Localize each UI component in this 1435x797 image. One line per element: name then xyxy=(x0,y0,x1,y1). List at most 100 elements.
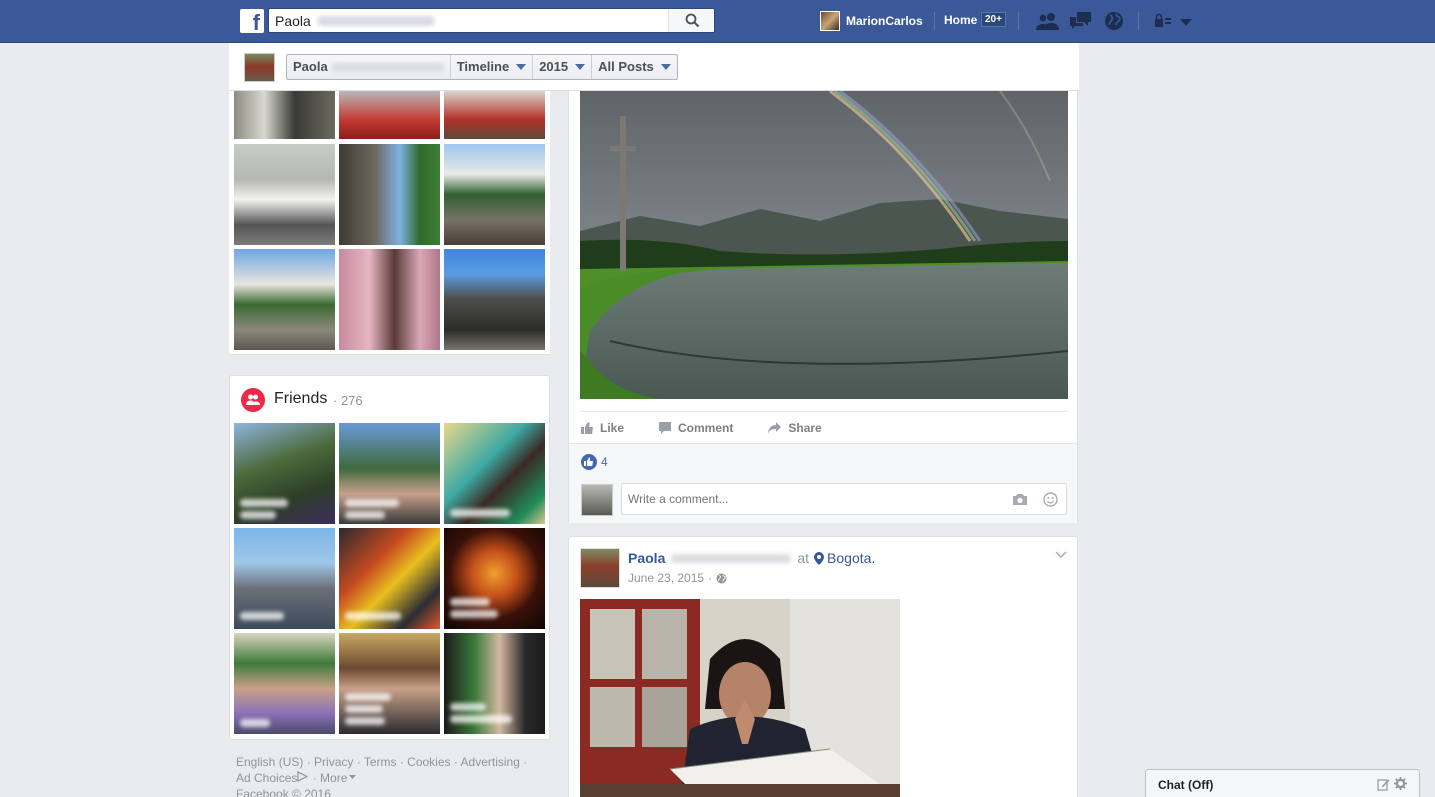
profile-sticky-header: Paola Timeline 2015 All Posts xyxy=(229,43,1079,91)
blurred-friend-name xyxy=(240,612,284,620)
friend-thumbnail[interactable] xyxy=(444,633,545,734)
divider xyxy=(1138,12,1139,30)
avatar xyxy=(581,484,613,516)
blurred-friend-name xyxy=(345,717,385,725)
friend-thumbnail[interactable] xyxy=(234,528,335,629)
top-navigation-bar: f MarionCarlos Home 20+ xyxy=(0,0,1435,43)
avatar[interactable] xyxy=(580,548,620,588)
home-link[interactable]: Home xyxy=(944,13,977,27)
footer-link-ad-choices[interactable]: Ad Choices xyxy=(236,771,297,785)
footer-copyright: Facebook © 2016 xyxy=(236,787,331,797)
photos-card xyxy=(229,91,550,355)
comments-section: 4 xyxy=(569,443,1077,523)
photo-thumbnail[interactable] xyxy=(339,144,440,245)
posts-filter-dropdown[interactable]: All Posts xyxy=(592,55,677,79)
blurred-friend-name xyxy=(345,693,391,701)
friend-thumbnail[interactable] xyxy=(339,633,440,734)
search-button[interactable] xyxy=(668,9,714,32)
friend-thumbnail[interactable] xyxy=(234,423,335,524)
post-at-word: at xyxy=(797,550,810,566)
home-notification-badge: 20+ xyxy=(981,12,1006,27)
profile-name: Paola xyxy=(293,59,328,74)
post-meta: June 23, 2015 · xyxy=(628,571,727,585)
camera-icon[interactable] xyxy=(1012,493,1028,506)
friends-icon xyxy=(241,388,265,412)
blurred-friend-name xyxy=(450,715,512,723)
friend-thumbnail[interactable] xyxy=(339,528,440,629)
profile-link[interactable]: MarionCarlos xyxy=(820,10,923,32)
chevron-down-icon xyxy=(575,64,586,70)
privacy-shortcuts-icon[interactable] xyxy=(1154,13,1172,32)
footer-link-advertising[interactable]: Advertising xyxy=(461,755,520,769)
page-footer: English (US) · Privacy · Terms · Cookies… xyxy=(236,754,546,797)
like-reaction-icon[interactable] xyxy=(581,454,597,470)
like-count[interactable]: 4 xyxy=(601,455,608,469)
post-author-name[interactable]: Paola xyxy=(628,550,665,566)
comment-icon xyxy=(659,421,672,434)
friend-thumbnail[interactable] xyxy=(234,633,335,734)
friends-title[interactable]: Friends xyxy=(274,390,327,408)
chat-bar[interactable]: Chat (Off) xyxy=(1145,769,1420,797)
photo-thumbnail[interactable] xyxy=(444,249,545,350)
post-photo[interactable] xyxy=(580,91,1068,399)
public-globe-icon[interactable] xyxy=(716,573,727,584)
profile-name-button[interactable]: Paola xyxy=(287,55,451,79)
messages-icon[interactable] xyxy=(1069,11,1093,34)
facebook-logo-icon[interactable]: f xyxy=(240,9,264,33)
comment-input[interactable] xyxy=(622,484,1002,514)
post-options-chevron-down-icon[interactable] xyxy=(1055,551,1067,559)
friend-thumbnail[interactable] xyxy=(444,528,545,629)
separator: · xyxy=(708,571,713,585)
photo-thumbnail[interactable] xyxy=(339,249,440,350)
post-photo[interactable] xyxy=(580,599,900,797)
compose-new-message-icon[interactable] xyxy=(1377,778,1390,791)
share-button[interactable]: Share xyxy=(767,420,822,435)
year-label: 2015 xyxy=(539,59,569,74)
photo-thumbnail[interactable] xyxy=(234,91,335,139)
chevron-down-icon xyxy=(660,64,671,70)
post-location[interactable]: Bogota. xyxy=(827,550,875,566)
rainbow-lake-photo xyxy=(580,91,1068,399)
blurred-friend-name xyxy=(450,703,486,711)
filter-label: All Posts xyxy=(598,59,654,74)
share-icon xyxy=(768,421,782,434)
comment-button[interactable]: Comment xyxy=(658,421,733,435)
timeline-label: Timeline xyxy=(456,59,510,74)
profile-thumbnail[interactable] xyxy=(244,53,275,82)
share-label: Share xyxy=(788,420,822,435)
friends-count: · 276 xyxy=(333,393,363,408)
avatar xyxy=(820,11,840,31)
comment-label: Comment xyxy=(678,420,734,435)
friend-thumbnail[interactable] xyxy=(339,423,440,524)
timeline-post: Like Comment Share 4 xyxy=(568,91,1078,523)
photo-thumbnail[interactable] xyxy=(444,144,545,245)
emoji-icon[interactable] xyxy=(1043,492,1058,507)
post-date[interactable]: June 23, 2015 xyxy=(628,571,704,585)
footer-link-cookies[interactable]: Cookies xyxy=(407,755,450,769)
divider xyxy=(934,12,935,30)
ad-choices-icon xyxy=(297,771,309,782)
photo-thumbnail[interactable] xyxy=(234,249,335,350)
blurred-search-text xyxy=(317,16,435,26)
account-menu-chevron-down-icon[interactable] xyxy=(1180,16,1192,30)
photo-thumbnail[interactable] xyxy=(444,91,545,139)
photo-thumbnail[interactable] xyxy=(339,91,440,139)
photo-thumbnail[interactable] xyxy=(234,144,335,245)
blurred-friend-name xyxy=(345,705,383,713)
blurred-friend-name xyxy=(345,612,401,620)
timeline-dropdown[interactable]: Timeline xyxy=(451,55,534,79)
notifications-globe-icon[interactable] xyxy=(1104,11,1124,34)
like-button[interactable]: Like xyxy=(580,421,624,435)
blurred-friend-name xyxy=(240,719,270,727)
friend-requests-icon[interactable] xyxy=(1036,11,1060,34)
footer-link-privacy[interactable]: Privacy xyxy=(314,755,353,769)
friend-thumbnail[interactable] xyxy=(444,423,545,524)
chat-settings-gear-icon[interactable] xyxy=(1394,777,1407,790)
year-dropdown[interactable]: 2015 xyxy=(533,55,593,79)
chevron-down-icon xyxy=(516,64,527,70)
blurred-surname xyxy=(671,553,792,563)
footer-link-language[interactable]: English (US) xyxy=(236,755,303,769)
blurred-friend-name xyxy=(345,499,399,507)
footer-link-terms[interactable]: Terms xyxy=(364,755,397,769)
footer-link-more[interactable]: More xyxy=(320,771,347,785)
